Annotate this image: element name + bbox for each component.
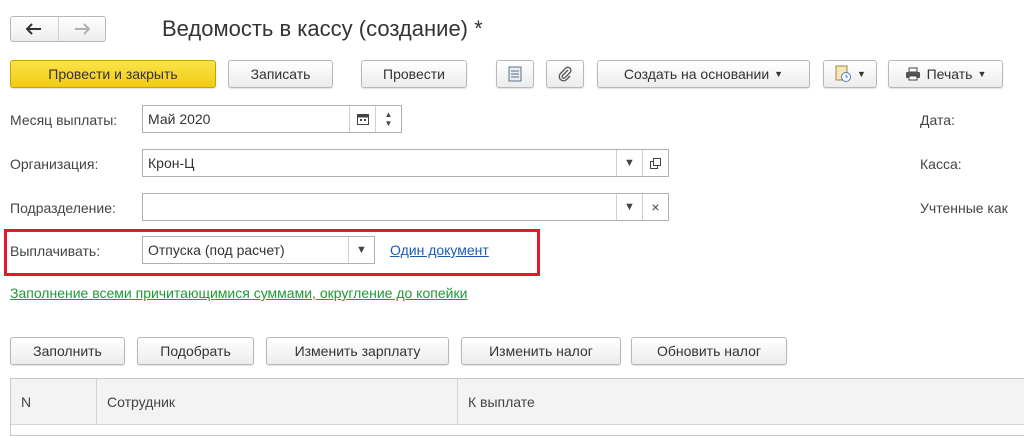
- update-tax-button[interactable]: Обновить налог: [631, 337, 787, 365]
- month-label: Месяц выплаты:: [10, 112, 118, 128]
- department-clear-button[interactable]: ×: [642, 194, 668, 220]
- select-button[interactable]: Подобрать: [137, 337, 254, 365]
- fill-button[interactable]: Заполнить: [10, 337, 125, 365]
- one-document-link[interactable]: Один документ: [390, 242, 489, 258]
- print-button[interactable]: Печать ▼: [888, 60, 1003, 88]
- organization-value: Крон-Ц: [148, 155, 195, 171]
- create-based-on-label: Создать на основании: [623, 66, 770, 82]
- accounted-label: Учтенные как: [920, 200, 1008, 216]
- change-salary-button[interactable]: Изменить зарплату: [266, 337, 449, 365]
- calendar-button[interactable]: [349, 106, 375, 132]
- column-n[interactable]: N: [11, 379, 97, 425]
- chevron-down-icon: ▼: [977, 69, 987, 79]
- organization-field[interactable]: Крон-Ц ▼: [142, 149, 669, 177]
- organization-open-button[interactable]: [642, 150, 668, 176]
- save-button[interactable]: Записать: [228, 60, 333, 88]
- pay-type-value: Отпуска (под расчет): [148, 242, 285, 258]
- chevron-down-icon: ▼: [624, 157, 635, 169]
- month-spin-button[interactable]: ▲ ▼: [375, 106, 401, 132]
- fill-settings-link[interactable]: Заполнение всеми причитающимися суммами,…: [10, 283, 510, 303]
- organization-label: Организация:: [10, 156, 99, 172]
- cash-label: Касса:: [920, 156, 962, 172]
- open-window-icon: [650, 157, 661, 169]
- spin-up-icon[interactable]: ▲: [385, 110, 393, 119]
- calendar-icon: [356, 114, 369, 125]
- arrow-right-icon: [74, 23, 90, 35]
- chevron-down-icon: ▼: [774, 69, 784, 79]
- post-and-close-button[interactable]: Провести и закрыть: [10, 60, 216, 88]
- change-tax-button[interactable]: Изменить налог: [461, 337, 621, 365]
- chevron-down-icon: ▼: [356, 244, 367, 256]
- month-field[interactable]: Май 2020 ▲ ▼: [142, 105, 402, 133]
- pay-type-label: Выплачивать:: [10, 243, 101, 259]
- table-header: N Сотрудник К выплате: [11, 379, 1024, 425]
- create-based-on-button[interactable]: Создать на основании ▼: [597, 60, 810, 88]
- spin-down-icon[interactable]: ▼: [385, 119, 393, 128]
- journal-button[interactable]: [496, 60, 534, 88]
- post-button[interactable]: Провести: [361, 60, 467, 88]
- employees-table: N Сотрудник К выплате: [10, 378, 1024, 436]
- pay-type-field[interactable]: Отпуска (под расчет) ▼: [142, 236, 375, 264]
- report-clock-icon: [835, 65, 852, 82]
- forward-button[interactable]: [57, 17, 106, 41]
- page-title: Ведомость в кассу (создание) *: [162, 16, 483, 41]
- column-employee[interactable]: Сотрудник: [97, 379, 458, 425]
- attach-button[interactable]: [546, 60, 584, 88]
- organization-dropdown-button[interactable]: ▼: [616, 150, 642, 176]
- department-field[interactable]: ▼ ×: [142, 193, 669, 221]
- column-payout[interactable]: К выплате: [458, 379, 1024, 425]
- reports-button[interactable]: ▼: [823, 60, 877, 88]
- paperclip-icon: [558, 66, 572, 82]
- back-button[interactable]: [11, 17, 58, 41]
- department-dropdown-button[interactable]: ▼: [616, 194, 642, 220]
- history-nav: [10, 16, 106, 42]
- chevron-down-icon: ▼: [624, 201, 635, 213]
- arrow-left-icon: [26, 23, 42, 35]
- department-label: Подразделение:: [10, 200, 116, 216]
- printer-icon: [905, 67, 920, 81]
- chevron-down-icon: ▼: [857, 69, 866, 79]
- date-label: Дата:: [920, 112, 955, 128]
- month-value: Май 2020: [148, 111, 211, 127]
- document-list-icon: [508, 66, 522, 82]
- print-label: Печать: [926, 66, 973, 82]
- close-icon: ×: [651, 199, 660, 215]
- pay-type-dropdown-button[interactable]: ▼: [348, 237, 374, 263]
